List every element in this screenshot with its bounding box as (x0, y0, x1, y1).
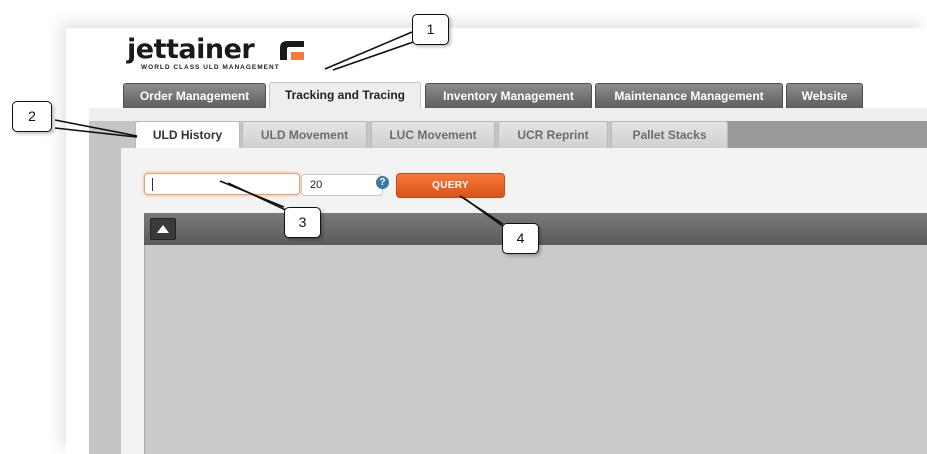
tab-pallet-stacks[interactable]: Pallet Stacks (611, 121, 728, 149)
tab-order-management[interactable]: Order Management (123, 83, 266, 108)
tab-luc-movement[interactable]: LUC Movement (371, 121, 495, 149)
tab-maintenance-management[interactable]: Maintenance Management (595, 83, 783, 108)
callout-1: 1 (412, 14, 449, 45)
collapse-button[interactable] (150, 218, 176, 240)
logo-mark-icon (280, 41, 304, 60)
logo-tagline: WORLD CLASS ULD MANAGEMENT (141, 64, 280, 71)
tab-uld-history[interactable]: ULD History (135, 121, 240, 150)
tab-uld-movement[interactable]: ULD Movement (242, 121, 367, 149)
sub-tab-bar-fill (727, 121, 927, 148)
jettainer-logo: jettainer WORLD CLASS ULD MANAGEMENT (127, 35, 317, 77)
tab-ucr-reprint[interactable]: UCR Reprint (498, 121, 608, 149)
callout-4: 4 (502, 223, 539, 254)
text-caret (152, 178, 153, 191)
tab-website[interactable]: Website (786, 83, 863, 108)
tab-tracking-and-tracing[interactable]: Tracking and Tracing (269, 82, 421, 109)
query-button[interactable]: QUERY (396, 173, 505, 198)
panel-top-strip (89, 108, 927, 121)
callout-3: 3 (284, 207, 321, 238)
callout-2: 2 (12, 101, 52, 132)
question-icon[interactable]: ? (376, 176, 389, 189)
triangle-up-icon (157, 225, 169, 233)
logo-wordmark: jettainer (127, 34, 255, 65)
search-input[interactable] (144, 173, 300, 195)
tab-inventory-management[interactable]: Inventory Management (425, 83, 592, 108)
result-count-input[interactable] (301, 174, 383, 196)
results-grid-body (144, 245, 927, 454)
